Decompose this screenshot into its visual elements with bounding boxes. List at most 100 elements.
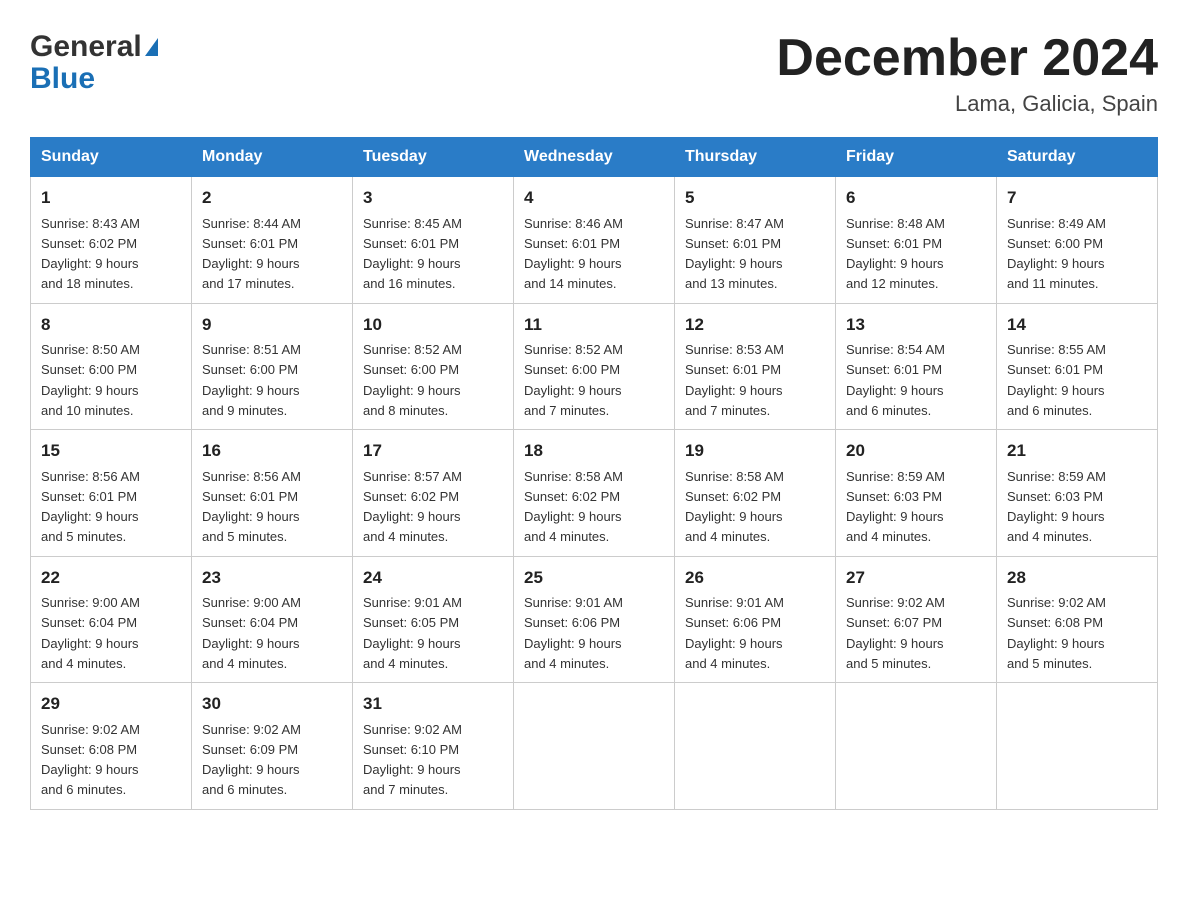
logo: General Blue — [30, 30, 158, 96]
calendar-cell — [836, 683, 997, 810]
calendar-cell — [997, 683, 1158, 810]
day-number: 29 — [41, 691, 181, 717]
calendar-cell: 8 Sunrise: 8:50 AMSunset: 6:00 PMDayligh… — [31, 303, 192, 430]
calendar-cell — [514, 683, 675, 810]
col-thursday: Thursday — [675, 138, 836, 177]
day-number: 6 — [846, 185, 986, 211]
calendar-cell: 23 Sunrise: 9:00 AMSunset: 6:04 PMDaylig… — [192, 556, 353, 683]
day-number: 20 — [846, 438, 986, 464]
calendar-cell: 17 Sunrise: 8:57 AMSunset: 6:02 PMDaylig… — [353, 430, 514, 557]
day-info: Sunrise: 9:01 AMSunset: 6:06 PMDaylight:… — [685, 595, 784, 671]
day-info: Sunrise: 8:44 AMSunset: 6:01 PMDaylight:… — [202, 216, 301, 292]
calendar-cell: 14 Sunrise: 8:55 AMSunset: 6:01 PMDaylig… — [997, 303, 1158, 430]
day-number: 26 — [685, 565, 825, 591]
month-title: December 2024 — [776, 30, 1158, 87]
calendar-cell: 3 Sunrise: 8:45 AMSunset: 6:01 PMDayligh… — [353, 177, 514, 304]
day-info: Sunrise: 8:58 AMSunset: 6:02 PMDaylight:… — [524, 469, 623, 545]
day-number: 15 — [41, 438, 181, 464]
day-number: 12 — [685, 312, 825, 338]
calendar-week-1: 1 Sunrise: 8:43 AMSunset: 6:02 PMDayligh… — [31, 177, 1158, 304]
calendar-cell: 27 Sunrise: 9:02 AMSunset: 6:07 PMDaylig… — [836, 556, 997, 683]
day-info: Sunrise: 8:56 AMSunset: 6:01 PMDaylight:… — [202, 469, 301, 545]
calendar-cell: 7 Sunrise: 8:49 AMSunset: 6:00 PMDayligh… — [997, 177, 1158, 304]
day-info: Sunrise: 8:53 AMSunset: 6:01 PMDaylight:… — [685, 342, 784, 418]
day-info: Sunrise: 8:55 AMSunset: 6:01 PMDaylight:… — [1007, 342, 1106, 418]
calendar-cell: 15 Sunrise: 8:56 AMSunset: 6:01 PMDaylig… — [31, 430, 192, 557]
calendar-body: 1 Sunrise: 8:43 AMSunset: 6:02 PMDayligh… — [31, 177, 1158, 810]
day-info: Sunrise: 9:02 AMSunset: 6:09 PMDaylight:… — [202, 722, 301, 798]
calendar-week-4: 22 Sunrise: 9:00 AMSunset: 6:04 PMDaylig… — [31, 556, 1158, 683]
calendar-cell: 21 Sunrise: 8:59 AMSunset: 6:03 PMDaylig… — [997, 430, 1158, 557]
calendar-cell: 4 Sunrise: 8:46 AMSunset: 6:01 PMDayligh… — [514, 177, 675, 304]
calendar-cell: 18 Sunrise: 8:58 AMSunset: 6:02 PMDaylig… — [514, 430, 675, 557]
calendar-week-3: 15 Sunrise: 8:56 AMSunset: 6:01 PMDaylig… — [31, 430, 1158, 557]
day-info: Sunrise: 9:00 AMSunset: 6:04 PMDaylight:… — [202, 595, 301, 671]
logo-arrow-icon — [145, 38, 158, 56]
page-header: General Blue December 2024 Lama, Galicia… — [30, 30, 1158, 117]
day-info: Sunrise: 8:59 AMSunset: 6:03 PMDaylight:… — [1007, 469, 1106, 545]
day-number: 17 — [363, 438, 503, 464]
calendar-cell: 1 Sunrise: 8:43 AMSunset: 6:02 PMDayligh… — [31, 177, 192, 304]
calendar-cell: 9 Sunrise: 8:51 AMSunset: 6:00 PMDayligh… — [192, 303, 353, 430]
day-info: Sunrise: 9:02 AMSunset: 6:07 PMDaylight:… — [846, 595, 945, 671]
calendar-cell: 25 Sunrise: 9:01 AMSunset: 6:06 PMDaylig… — [514, 556, 675, 683]
logo-general-text: General — [30, 30, 142, 64]
day-info: Sunrise: 9:02 AMSunset: 6:10 PMDaylight:… — [363, 722, 462, 798]
day-info: Sunrise: 8:47 AMSunset: 6:01 PMDaylight:… — [685, 216, 784, 292]
day-info: Sunrise: 8:59 AMSunset: 6:03 PMDaylight:… — [846, 469, 945, 545]
day-number: 3 — [363, 185, 503, 211]
day-number: 27 — [846, 565, 986, 591]
day-number: 4 — [524, 185, 664, 211]
day-info: Sunrise: 8:54 AMSunset: 6:01 PMDaylight:… — [846, 342, 945, 418]
day-number: 18 — [524, 438, 664, 464]
col-friday: Friday — [836, 138, 997, 177]
day-info: Sunrise: 8:58 AMSunset: 6:02 PMDaylight:… — [685, 469, 784, 545]
day-info: Sunrise: 8:43 AMSunset: 6:02 PMDaylight:… — [41, 216, 140, 292]
day-number: 28 — [1007, 565, 1147, 591]
day-number: 31 — [363, 691, 503, 717]
day-number: 10 — [363, 312, 503, 338]
col-tuesday: Tuesday — [353, 138, 514, 177]
day-info: Sunrise: 8:49 AMSunset: 6:00 PMDaylight:… — [1007, 216, 1106, 292]
day-info: Sunrise: 9:01 AMSunset: 6:05 PMDaylight:… — [363, 595, 462, 671]
day-number: 25 — [524, 565, 664, 591]
header-row: Sunday Monday Tuesday Wednesday Thursday… — [31, 138, 1158, 177]
calendar-cell: 6 Sunrise: 8:48 AMSunset: 6:01 PMDayligh… — [836, 177, 997, 304]
day-number: 9 — [202, 312, 342, 338]
calendar-cell — [675, 683, 836, 810]
calendar-cell: 16 Sunrise: 8:56 AMSunset: 6:01 PMDaylig… — [192, 430, 353, 557]
col-sunday: Sunday — [31, 138, 192, 177]
day-number: 16 — [202, 438, 342, 464]
calendar-table: Sunday Monday Tuesday Wednesday Thursday… — [30, 137, 1158, 810]
day-number: 19 — [685, 438, 825, 464]
day-number: 23 — [202, 565, 342, 591]
calendar-cell: 29 Sunrise: 9:02 AMSunset: 6:08 PMDaylig… — [31, 683, 192, 810]
col-monday: Monday — [192, 138, 353, 177]
day-info: Sunrise: 9:00 AMSunset: 6:04 PMDaylight:… — [41, 595, 140, 671]
day-info: Sunrise: 9:01 AMSunset: 6:06 PMDaylight:… — [524, 595, 623, 671]
day-number: 21 — [1007, 438, 1147, 464]
logo-blue-text: Blue — [30, 62, 158, 96]
calendar-cell: 22 Sunrise: 9:00 AMSunset: 6:04 PMDaylig… — [31, 556, 192, 683]
day-number: 2 — [202, 185, 342, 211]
calendar-cell: 28 Sunrise: 9:02 AMSunset: 6:08 PMDaylig… — [997, 556, 1158, 683]
day-info: Sunrise: 8:52 AMSunset: 6:00 PMDaylight:… — [524, 342, 623, 418]
day-number: 14 — [1007, 312, 1147, 338]
calendar-cell: 10 Sunrise: 8:52 AMSunset: 6:00 PMDaylig… — [353, 303, 514, 430]
day-info: Sunrise: 8:51 AMSunset: 6:00 PMDaylight:… — [202, 342, 301, 418]
day-number: 30 — [202, 691, 342, 717]
col-saturday: Saturday — [997, 138, 1158, 177]
day-number: 13 — [846, 312, 986, 338]
calendar-week-5: 29 Sunrise: 9:02 AMSunset: 6:08 PMDaylig… — [31, 683, 1158, 810]
calendar-cell: 2 Sunrise: 8:44 AMSunset: 6:01 PMDayligh… — [192, 177, 353, 304]
day-info: Sunrise: 8:45 AMSunset: 6:01 PMDaylight:… — [363, 216, 462, 292]
day-info: Sunrise: 8:52 AMSunset: 6:00 PMDaylight:… — [363, 342, 462, 418]
day-info: Sunrise: 9:02 AMSunset: 6:08 PMDaylight:… — [1007, 595, 1106, 671]
calendar-cell: 24 Sunrise: 9:01 AMSunset: 6:05 PMDaylig… — [353, 556, 514, 683]
calendar-cell: 30 Sunrise: 9:02 AMSunset: 6:09 PMDaylig… — [192, 683, 353, 810]
day-number: 22 — [41, 565, 181, 591]
location-text: Lama, Galicia, Spain — [776, 91, 1158, 117]
day-info: Sunrise: 8:46 AMSunset: 6:01 PMDaylight:… — [524, 216, 623, 292]
calendar-cell: 31 Sunrise: 9:02 AMSunset: 6:10 PMDaylig… — [353, 683, 514, 810]
day-number: 11 — [524, 312, 664, 338]
